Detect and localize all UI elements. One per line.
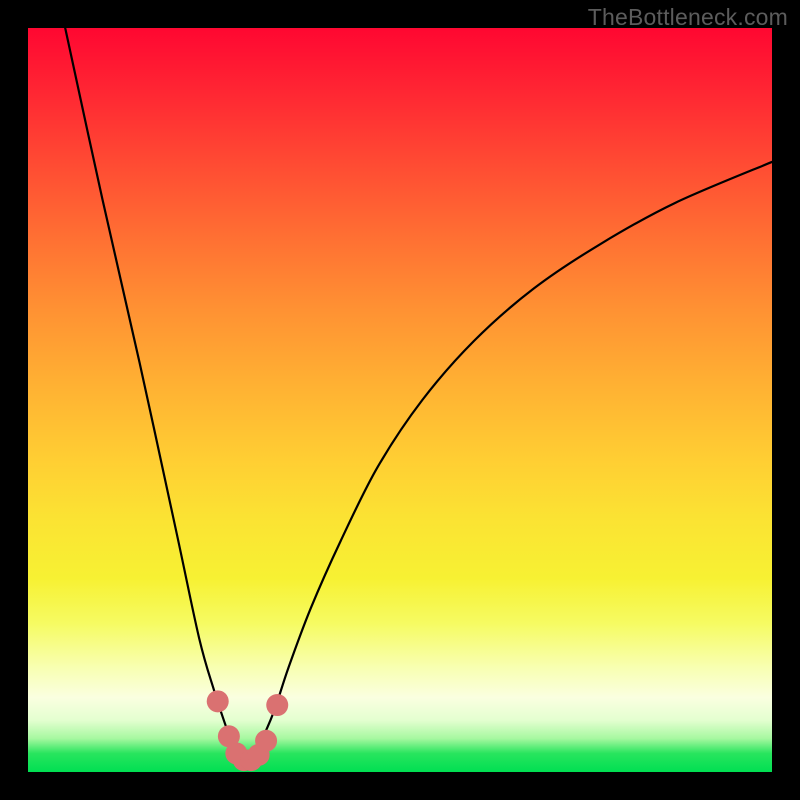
highlight-markers [207, 690, 289, 771]
watermark-text: TheBottleneck.com [588, 4, 788, 31]
chart-svg [28, 28, 772, 772]
plot-area [28, 28, 772, 772]
outer-black-frame: TheBottleneck.com [0, 0, 800, 800]
marker-dot [207, 690, 229, 712]
marker-dot [255, 730, 277, 752]
bottleneck-curve [65, 28, 772, 761]
marker-dot [266, 694, 288, 716]
